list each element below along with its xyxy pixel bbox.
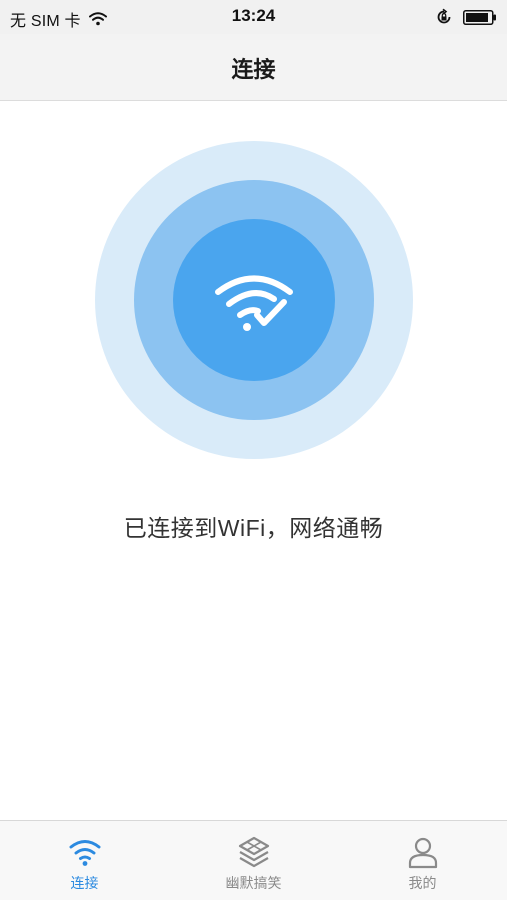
tab-humor[interactable]: 幽默搞笑: [169, 821, 338, 900]
nav-bar: 连接: [0, 34, 507, 101]
person-icon: [408, 837, 437, 869]
status-right: [435, 8, 497, 26]
wifi-icon: [69, 840, 100, 866]
connection-indicator[interactable]: [95, 141, 413, 459]
tab-connect-label: 连接: [70, 875, 99, 891]
tab-profile-label: 我的: [408, 875, 437, 891]
rotation-lock-icon: [437, 8, 451, 24]
tab-humor-label: 幽默搞笑: [225, 875, 282, 891]
main-content: 已连接到WiFi，网络通畅: [0, 101, 507, 820]
app-screen: 无 SIM 卡 13:24 连接 已连接到WiFi，网络通畅 连接 幽默搞笑 我…: [0, 0, 507, 900]
wifi-connected-icon: [215, 275, 293, 331]
layers-icon: [238, 836, 269, 868]
connection-status-text: 已连接到WiFi，网络通畅: [123, 515, 384, 541]
tab-bar: 连接 幽默搞笑 我的: [0, 820, 507, 900]
tab-profile[interactable]: 我的: [338, 821, 507, 900]
tab-connect[interactable]: 连接: [0, 821, 169, 900]
status-time: 13:24: [231, 6, 276, 25]
inner-circle: [173, 219, 335, 381]
battery-icon: [463, 9, 496, 25]
page-title: 连接: [231, 57, 276, 82]
status-bar: 无 SIM 卡 13:24: [0, 0, 507, 34]
